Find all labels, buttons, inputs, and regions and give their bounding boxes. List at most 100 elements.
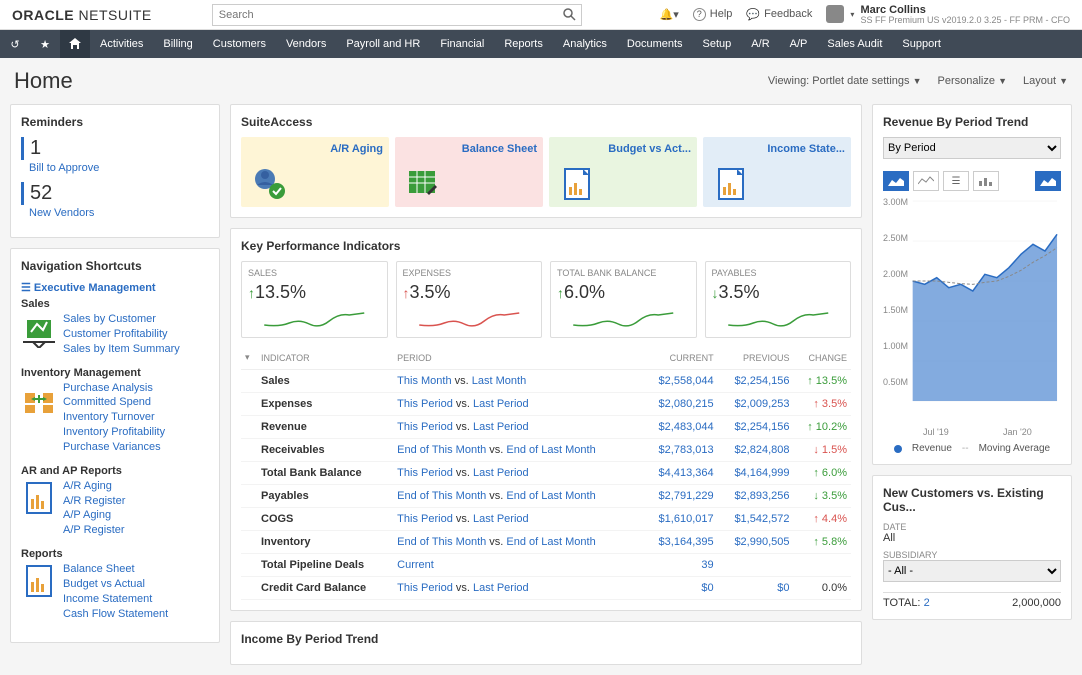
chart-bar-icon[interactable] xyxy=(973,171,999,191)
suiteaccess-tile[interactable]: Balance Sheet xyxy=(395,137,543,207)
kpi-card[interactable]: EXPENSES↑3.5% xyxy=(396,261,543,338)
kpi-row[interactable]: ExpensesThis Period vs. Last Period$2,08… xyxy=(241,393,851,416)
shortcut-link[interactable]: Sales by Customer xyxy=(63,312,180,327)
exec-mgmt-link[interactable]: ☰ Executive Management xyxy=(21,281,209,294)
shortcut-link[interactable]: Committed Spend xyxy=(63,395,165,410)
kpi-col-header[interactable]: CHANGE xyxy=(794,346,852,370)
nav-shortcuts-portlet: Navigation Shortcuts ☰ Executive Managem… xyxy=(10,248,220,643)
reminder-link[interactable]: Bill to Approve xyxy=(29,162,209,174)
notifications-icon[interactable]: 🔔▾ xyxy=(660,8,679,21)
suiteaccess-tile[interactable]: Budget vs Act... xyxy=(549,137,697,207)
chart-area2-icon[interactable] xyxy=(1035,171,1061,191)
kpi-period[interactable]: This Period vs. Last Period xyxy=(393,462,642,485)
kpi-period[interactable]: This Period vs. Last Period xyxy=(393,508,642,531)
search-icon[interactable] xyxy=(563,8,576,21)
personalize-link[interactable]: Personalize ▼ xyxy=(938,75,1007,87)
user-menu[interactable]: ▾ Marc Collins SS FF Premium US v2019.2.… xyxy=(826,4,1070,26)
avatar xyxy=(826,5,844,23)
total-link[interactable]: 2 xyxy=(924,597,930,609)
nav-menu: ActivitiesBillingCustomersVendorsPayroll… xyxy=(90,30,951,58)
shortcut-link[interactable]: Purchase Analysis xyxy=(63,381,165,396)
kpi-card[interactable]: TOTAL BANK BALANCE↑6.0% xyxy=(550,261,697,338)
nav-payrollandhr[interactable]: Payroll and HR xyxy=(336,30,430,58)
chart-table-icon[interactable]: ☰ xyxy=(943,171,969,191)
kpi-row[interactable]: Credit Card BalanceThis Period vs. Last … xyxy=(241,577,851,600)
nav-customers[interactable]: Customers xyxy=(203,30,276,58)
chart-area-icon[interactable] xyxy=(883,171,909,191)
nav-ap[interactable]: A/P xyxy=(780,30,818,58)
shortcut-link[interactable]: Customer Profitability xyxy=(63,327,180,342)
layout-link[interactable]: Layout ▼ xyxy=(1023,75,1068,87)
kpi-period[interactable]: This Month vs. Last Month xyxy=(393,370,642,393)
nav-ar[interactable]: A/R xyxy=(741,30,779,58)
shortcut-link[interactable]: A/P Aging xyxy=(63,508,125,523)
nav-support[interactable]: Support xyxy=(892,30,951,58)
shortcut-group-title: AR and AP Reports xyxy=(21,465,209,477)
nav-billing[interactable]: Billing xyxy=(153,30,202,58)
nav-financial[interactable]: Financial xyxy=(430,30,494,58)
kpi-period[interactable]: This Period vs. Last Period xyxy=(393,393,642,416)
topbar: ORACLE NETSUITE 🔔▾ ? Help 💬 Feedback ▾ M… xyxy=(0,0,1082,30)
kpi-card[interactable]: SALES↑13.5% xyxy=(241,261,388,338)
kpi-period[interactable]: Current xyxy=(393,554,642,577)
suiteaccess-tile[interactable]: A/R Aging xyxy=(241,137,389,207)
shortcut-group-title: Reports xyxy=(21,548,209,560)
kpi-col-header[interactable]: PREVIOUS xyxy=(718,346,794,370)
topbar-right: 🔔▾ ? Help 💬 Feedback ▾ Marc Collins SS F… xyxy=(660,4,1070,26)
shortcut-link[interactable]: Purchase Variances xyxy=(63,440,165,455)
shortcut-link[interactable]: A/R Register xyxy=(63,494,125,509)
kpi-row[interactable]: RevenueThis Period vs. Last Period$2,483… xyxy=(241,416,851,439)
nav-activities[interactable]: Activities xyxy=(90,30,153,58)
shortcut-link[interactable]: Balance Sheet xyxy=(63,562,168,577)
nav-documents[interactable]: Documents xyxy=(617,30,693,58)
kpi-row[interactable]: COGSThis Period vs. Last Period$1,610,01… xyxy=(241,508,851,531)
kpi-row[interactable]: Total Pipeline DealsCurrent39 xyxy=(241,554,851,577)
revenue-portlet: Revenue By Period Trend By Period ☰ 3.00… xyxy=(872,104,1072,465)
revenue-chart: 3.00M2.50M2.00M1.50M1.00M0.50M Jul '19Ja… xyxy=(883,197,1061,437)
history-icon[interactable]: ↺ xyxy=(0,30,30,58)
reminder-link[interactable]: New Vendors xyxy=(29,207,209,219)
kpi-row[interactable]: PayablesEnd of This Month vs. End of Las… xyxy=(241,485,851,508)
nav-vendors[interactable]: Vendors xyxy=(276,30,336,58)
star-icon[interactable]: ★ xyxy=(30,30,60,58)
nav-reports[interactable]: Reports xyxy=(494,30,553,58)
kpi-col-header[interactable]: INDICATOR xyxy=(257,346,393,370)
nav-salesaudit[interactable]: Sales Audit xyxy=(817,30,892,58)
help-link[interactable]: ? Help xyxy=(693,8,733,21)
nav-setup[interactable]: Setup xyxy=(693,30,742,58)
shortcut-link[interactable]: Budget vs Actual xyxy=(63,577,168,592)
shortcut-link[interactable]: Inventory Profitability xyxy=(63,425,165,440)
chart-line-icon[interactable] xyxy=(913,171,939,191)
kpi-row[interactable]: InventoryEnd of This Month vs. End of La… xyxy=(241,531,851,554)
tile-icon xyxy=(713,165,749,201)
kpi-portlet: Key Performance Indicators SALES↑13.5%EX… xyxy=(230,228,862,611)
search-input[interactable] xyxy=(212,4,582,26)
revenue-period-select[interactable]: By Period xyxy=(883,137,1061,159)
nav-analytics[interactable]: Analytics xyxy=(553,30,617,58)
user-role: SS FF Premium US v2019.2.0 3.25 - FF PRM… xyxy=(860,16,1070,26)
kpi-period[interactable]: End of This Month vs. End of Last Month xyxy=(393,485,642,508)
kpi-period[interactable]: End of This Month vs. End of Last Month xyxy=(393,439,642,462)
kpi-row[interactable]: ReceivablesEnd of This Month vs. End of … xyxy=(241,439,851,462)
kpi-card[interactable]: PAYABLES↓3.5% xyxy=(705,261,852,338)
shortcut-link[interactable]: Inventory Turnover xyxy=(63,410,165,425)
feedback-link[interactable]: 💬 Feedback xyxy=(746,8,812,21)
kpi-period[interactable]: This Period vs. Last Period xyxy=(393,577,642,600)
kpi-row[interactable]: Total Bank BalanceThis Period vs. Last P… xyxy=(241,462,851,485)
kpi-period[interactable]: End of This Month vs. End of Last Month xyxy=(393,531,642,554)
shortcut-link[interactable]: Sales by Item Summary xyxy=(63,342,180,357)
shortcut-link[interactable]: Cash Flow Statement xyxy=(63,607,168,622)
shortcut-link[interactable]: A/R Aging xyxy=(63,479,125,494)
suiteaccess-tile[interactable]: Income State... xyxy=(703,137,851,207)
tile-icon xyxy=(405,165,441,201)
kpi-row[interactable]: SalesThis Month vs. Last Month$2,558,044… xyxy=(241,370,851,393)
kpi-col-header[interactable]: PERIOD xyxy=(393,346,642,370)
viewing-label[interactable]: Viewing: Portlet date settings xyxy=(768,75,910,87)
kpi-period[interactable]: This Period vs. Last Period xyxy=(393,416,642,439)
kpi-value: ↑6.0% xyxy=(557,282,690,303)
kpi-col-header[interactable]: CURRENT xyxy=(642,346,718,370)
shortcut-link[interactable]: Income Statement xyxy=(63,592,168,607)
home-icon[interactable] xyxy=(60,30,90,58)
shortcut-link[interactable]: A/P Register xyxy=(63,523,125,538)
subsidiary-select[interactable]: - All - xyxy=(883,560,1061,582)
